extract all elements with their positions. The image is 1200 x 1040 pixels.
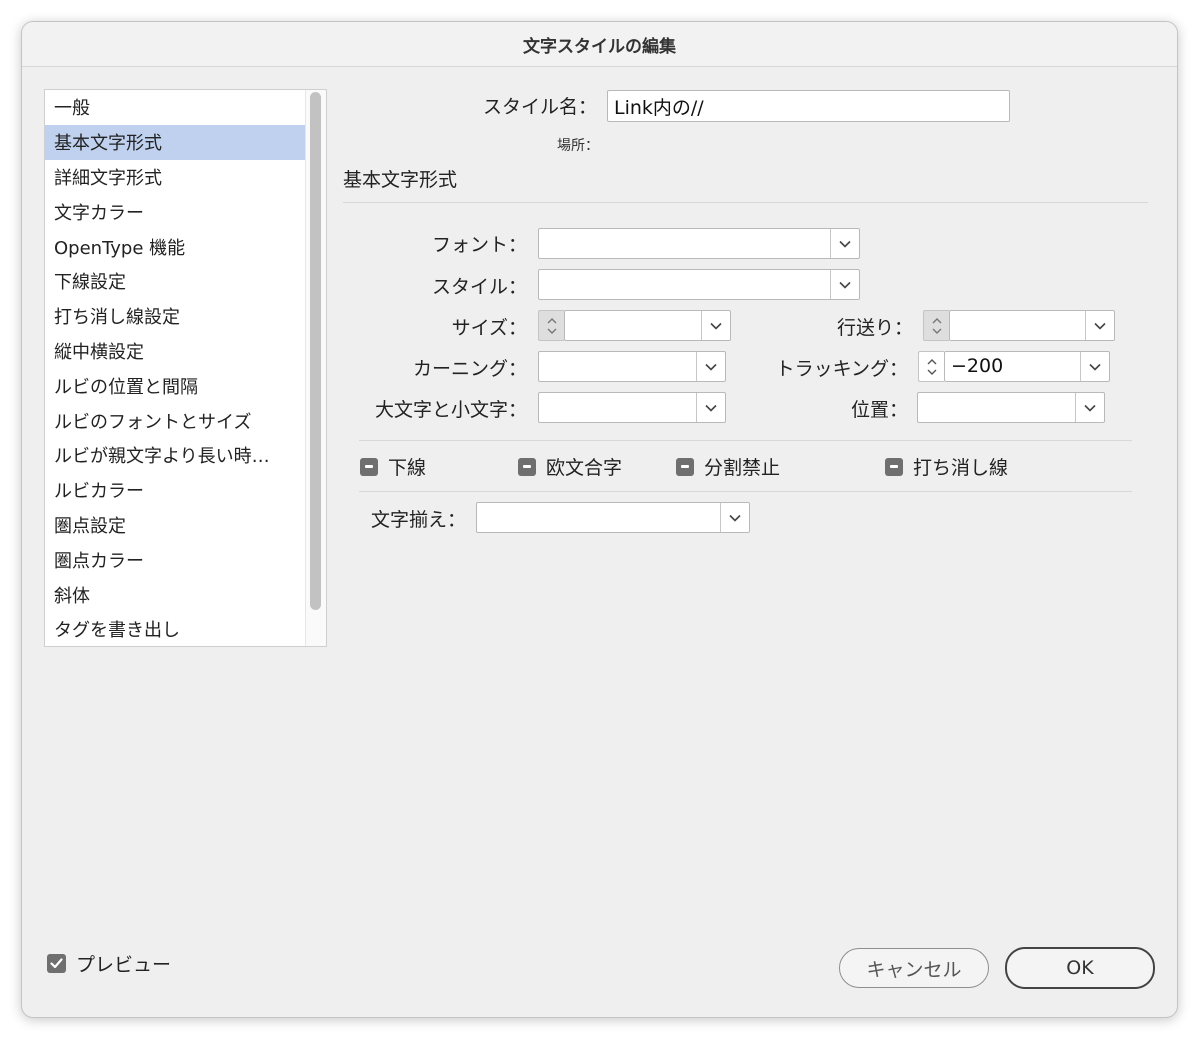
size-value — [565, 311, 701, 340]
divider — [359, 440, 1132, 441]
position-label: 位置： — [850, 399, 908, 421]
font-style-dropdown[interactable] — [538, 269, 860, 300]
chevron-down-icon[interactable] — [720, 503, 749, 532]
case-dropdown[interactable] — [538, 392, 726, 423]
sidebar-item[interactable]: タグを書き出し — [45, 612, 308, 646]
font-value — [539, 229, 830, 258]
tracking-stepper[interactable] — [918, 351, 944, 382]
checkmark-icon — [47, 954, 66, 973]
location-label: 場所： — [557, 138, 599, 154]
tracking-label: トラッキング： — [775, 358, 908, 380]
size-stepper[interactable] — [538, 310, 564, 341]
category-list[interactable]: 一般 基本文字形式 詳細文字形式 文字カラー OpenType 機能 下線設定 打ち消し線設… — [44, 89, 327, 647]
kerning-dropdown[interactable] — [538, 351, 726, 382]
chevron-down-icon[interactable] — [830, 229, 859, 258]
sidebar-item[interactable]: 斜体 — [45, 577, 308, 612]
mixed-checkbox-icon — [885, 457, 903, 476]
chevron-down-icon[interactable] — [701, 311, 730, 340]
dialog-title: 文字スタイルの編集 — [523, 36, 676, 57]
ligatures-checkbox[interactable]: 欧文合字 — [518, 453, 622, 480]
kerning-value — [539, 352, 696, 381]
no-break-label: 分割禁止 — [704, 457, 781, 479]
leading-dropdown[interactable] — [949, 310, 1115, 341]
strikethrough-checkbox[interactable]: 打ち消し線 — [885, 453, 1008, 480]
alignment-label: 文字揃え： — [370, 509, 466, 531]
sidebar-item[interactable]: 打ち消し線設定 — [45, 299, 308, 334]
sidebar-item[interactable]: 縦中横設定 — [45, 334, 308, 369]
alignment-value — [477, 503, 720, 532]
mixed-checkbox-icon — [676, 457, 694, 476]
sidebar-item[interactable]: ルビカラー — [45, 473, 308, 508]
chevron-down-icon[interactable] — [1075, 393, 1104, 422]
stepper-arrows-icon — [547, 317, 556, 334]
mixed-checkbox-icon — [360, 457, 378, 476]
preview-label: プレビュー — [76, 954, 172, 976]
chevron-down-icon[interactable] — [830, 270, 859, 299]
sidebar-item[interactable]: 基本文字形式 — [45, 124, 308, 160]
mixed-checkbox-icon — [518, 457, 536, 476]
sidebar-item[interactable]: 詳細文字形式 — [45, 160, 308, 195]
sidebar-item[interactable]: ルビのフォントとサイズ — [45, 403, 308, 438]
sidebar-scrollbar[interactable] — [305, 90, 326, 646]
case-label: 大文字と小文字： — [374, 399, 527, 421]
case-value — [539, 393, 696, 422]
preview-checkbox[interactable]: プレビュー — [47, 950, 171, 977]
chevron-down-icon[interactable] — [696, 352, 725, 381]
font-label: フォント： — [431, 234, 527, 256]
leading-value — [950, 311, 1085, 340]
chevron-down-icon[interactable] — [1080, 352, 1109, 381]
sidebar-item[interactable]: 文字カラー — [45, 194, 308, 229]
sidebar-item[interactable]: 一般 — [45, 90, 308, 125]
sidebar-scroll-thumb[interactable] — [310, 92, 321, 610]
sidebar-item[interactable]: OpenType 機能 — [45, 229, 308, 264]
dialog-window: 文字スタイルの編集 一般 基本文字形式 詳細文字形式 文字カラー OpenType 機能… — [21, 21, 1178, 1018]
leading-stepper[interactable] — [923, 310, 949, 341]
style-name-label: スタイル名： — [482, 96, 597, 118]
leading-label: 行送り： — [836, 317, 913, 339]
cancel-button[interactable]: キャンセル — [839, 948, 989, 988]
sidebar-item[interactable]: 圏点カラー — [45, 542, 308, 577]
position-value — [918, 393, 1075, 422]
size-dropdown[interactable] — [564, 310, 731, 341]
sidebar-item[interactable]: ルビの位置と間隔 — [45, 368, 308, 403]
style-name-input[interactable] — [607, 90, 1010, 122]
font-dropdown[interactable] — [538, 228, 860, 259]
title-bar: 文字スタイルの編集 — [22, 22, 1177, 67]
position-dropdown[interactable] — [917, 392, 1105, 423]
stepper-arrows-icon — [932, 317, 941, 334]
strikethrough-label: 打ち消し線 — [913, 457, 1009, 479]
chevron-down-icon[interactable] — [696, 393, 725, 422]
underline-label: 下線 — [388, 457, 427, 479]
sidebar-item[interactable]: 下線設定 — [45, 264, 308, 299]
divider — [359, 491, 1132, 492]
font-style-value — [539, 270, 830, 299]
sidebar-item[interactable]: 圏点設定 — [45, 508, 308, 543]
size-label: サイズ： — [451, 317, 527, 339]
no-break-checkbox[interactable]: 分割禁止 — [676, 453, 780, 480]
underline-checkbox[interactable]: 下線 — [360, 453, 426, 480]
section-divider — [343, 202, 1148, 203]
sidebar-item[interactable]: ルビが親文字より長い時… — [45, 438, 308, 473]
tracking-dropdown[interactable]: −200 — [944, 351, 1110, 382]
category-items: 一般 基本文字形式 詳細文字形式 文字カラー OpenType 機能 下線設定 打ち消し線設… — [45, 90, 308, 646]
ligatures-label: 欧文合字 — [546, 457, 623, 479]
section-title: 基本文字形式 — [343, 169, 458, 191]
font-style-label: スタイル： — [431, 276, 527, 298]
alignment-dropdown[interactable] — [476, 502, 750, 533]
stepper-arrows-icon — [927, 358, 936, 375]
tracking-value: −200 — [951, 355, 1004, 377]
chevron-down-icon[interactable] — [1085, 311, 1114, 340]
kerning-label: カーニング： — [412, 358, 527, 380]
ok-button[interactable]: OK — [1005, 947, 1155, 989]
